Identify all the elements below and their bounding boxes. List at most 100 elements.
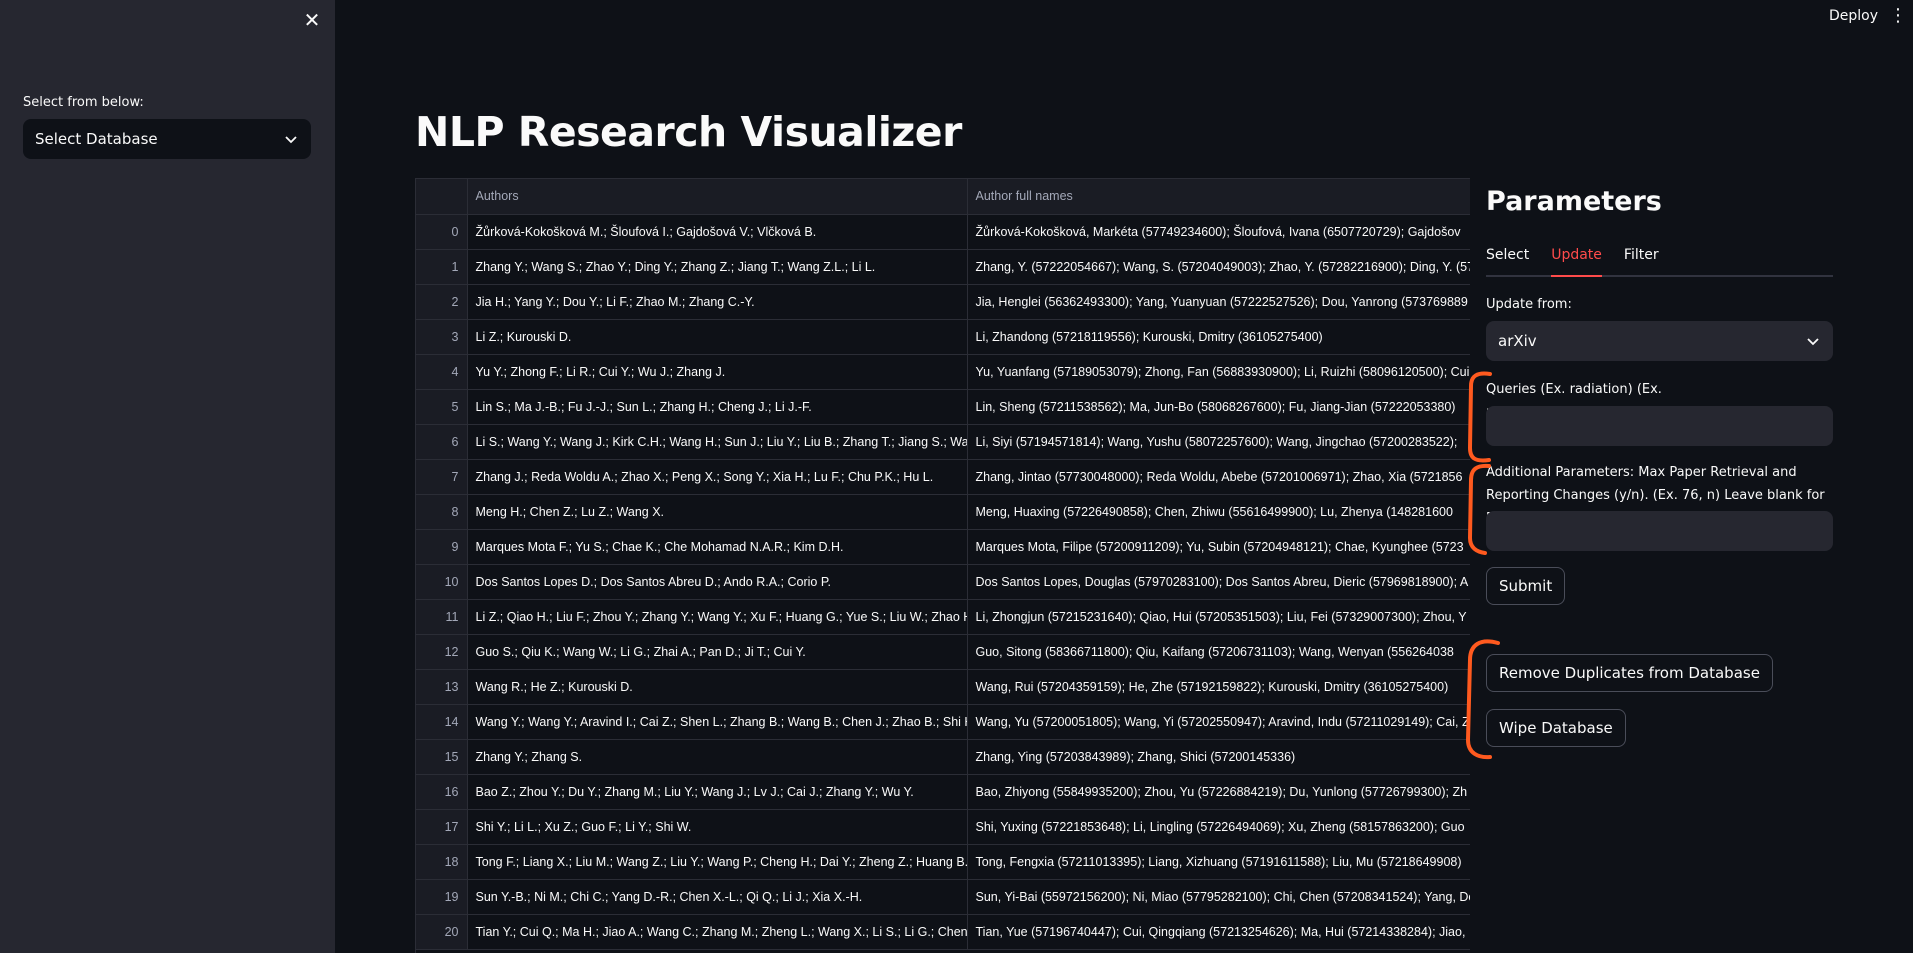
author-full-names-cell[interactable]: Tian, Yue (57196740447); Cui, Qingqiang …	[967, 914, 1470, 950]
authors-cell[interactable]: Sun Y.-B.; Ni M.; Chi C.; Yang D.-R.; Ch…	[467, 879, 968, 915]
author-full-names-cell[interactable]: Yu, Yuanfang (57189053079); Zhong, Fan (…	[967, 354, 1470, 390]
author-full-names-cell[interactable]: Meng, Huaxing (57226490858); Chen, Zhiwu…	[967, 494, 1470, 530]
table-header-author-full-names[interactable]: Author full names	[967, 179, 1470, 215]
authors-cell[interactable]: Lin S.; Ma J.-B.; Fu J.-J.; Sun L.; Zhan…	[467, 389, 968, 425]
authors-cell[interactable]: Wang R.; He Z.; Kurouski D.	[467, 669, 968, 705]
row-index[interactable]: 20	[416, 914, 468, 950]
author-full-names-cell[interactable]: Žůrková-Kokošková, Markéta (57749234600)…	[967, 214, 1470, 250]
row-index[interactable]: 8	[416, 494, 468, 530]
authors-cell[interactable]: Li Z.; Kurouski D.	[467, 319, 968, 355]
row-index[interactable]: 17	[416, 809, 468, 845]
row-index[interactable]: 1	[416, 249, 468, 285]
row-index[interactable]: 14	[416, 704, 468, 740]
author-full-names-cell[interactable]: Li, Siyi (57194571814); Wang, Yushu (580…	[967, 424, 1470, 460]
authors-cell[interactable]: Dos Santos Lopes D.; Dos Santos Abreu D.…	[467, 564, 968, 600]
author-full-names-cell[interactable]: Guo, Sitong (58366711800); Qiu, Kaifang …	[967, 634, 1470, 670]
author-full-names-cell[interactable]: Dos Santos Lopes, Douglas (57970283100);…	[967, 564, 1470, 600]
row-index[interactable]: 10	[416, 564, 468, 600]
table-row[interactable]: 0 Žůrková-Kokošková M.; Šloufová I.; Gajd…	[416, 214, 1470, 250]
author-full-names-cell[interactable]: Tong, Fengxia (57211013395); Liang, Xizh…	[967, 844, 1470, 880]
table-row[interactable]: 13 Wang R.; He Z.; Kurouski D. Wang, Rui (…	[416, 669, 1470, 705]
close-icon[interactable]: ✕	[300, 8, 324, 32]
remove-duplicates-button[interactable]: Remove Duplicates from Database	[1486, 654, 1773, 692]
authors-cell[interactable]: Zhang J.; Reda Woldu A.; Zhao X.; Peng X…	[467, 459, 968, 495]
authors-cell[interactable]: Jia H.; Yang Y.; Dou Y.; Li F.; Zhao M.;…	[467, 284, 968, 320]
authors-cell[interactable]: Žůrková-Kokošková M.; Šloufová I.; Gajdo…	[467, 214, 968, 250]
author-full-names-cell[interactable]: Zhang, Ying (57203843989); Zhang, Shici …	[967, 739, 1470, 775]
table-row[interactable]: 14 Wang Y.; Wang Y.; Aravind I.; Cai Z.; …	[416, 704, 1470, 740]
table-header-authors[interactable]: Authors	[467, 179, 968, 215]
authors-cell[interactable]: Guo S.; Qiu K.; Wang W.; Li G.; Zhai A.;…	[467, 634, 968, 670]
tab-filter[interactable]: Filter	[1624, 240, 1659, 277]
authors-cell[interactable]: Tian Y.; Cui Q.; Ma H.; Jiao A.; Wang C.…	[467, 914, 968, 950]
table-row[interactable]: 8 Meng H.; Chen Z.; Lu Z.; Wang X. Meng, H…	[416, 494, 1470, 530]
row-index[interactable]: 12	[416, 634, 468, 670]
deploy-button[interactable]: Deploy	[1829, 8, 1878, 24]
row-index[interactable]: 4	[416, 354, 468, 390]
author-full-names-cell[interactable]: Li, Zhandong (57218119556); Kurouski, Dm…	[967, 319, 1470, 355]
database-select[interactable]: Select Database	[23, 119, 311, 159]
table-row[interactable]: 15 Zhang Y.; Zhang S. Zhang, Ying (5720384…	[416, 739, 1470, 775]
row-index[interactable]: 16	[416, 774, 468, 810]
authors-cell[interactable]: Meng H.; Chen Z.; Lu Z.; Wang X.	[467, 494, 968, 530]
author-full-names-cell[interactable]: Wang, Rui (57204359159); He, Zhe (571921…	[967, 669, 1470, 705]
table-row[interactable]: 20 Tian Y.; Cui Q.; Ma H.; Jiao A.; Wang …	[416, 914, 1470, 950]
author-full-names-cell[interactable]: Lin, Sheng (57211538562); Ma, Jun-Bo (58…	[967, 389, 1470, 425]
table-row[interactable]: 3 Li Z.; Kurouski D. Li, Zhandong (5721811…	[416, 319, 1470, 355]
queries-input[interactable]	[1486, 406, 1833, 446]
table-row[interactable]: 18 Tong F.; Liang X.; Liu M.; Wang Z.; Li…	[416, 844, 1470, 880]
row-index[interactable]: 0	[416, 214, 468, 250]
row-index[interactable]: 3	[416, 319, 468, 355]
author-full-names-cell[interactable]: Jia, Henglei (56362493300); Yang, Yuanyu…	[967, 284, 1470, 320]
author-full-names-cell[interactable]: Marques Mota, Filipe (57200911209); Yu, …	[967, 529, 1470, 565]
table-row[interactable]: 11 Li Z.; Qiao H.; Liu F.; Zhou Y.; Zhang…	[416, 599, 1470, 635]
table-row[interactable]: 17 Shi Y.; Li L.; Xu Z.; Guo F.; Li Y.; S…	[416, 809, 1470, 845]
authors-cell[interactable]: Li Z.; Qiao H.; Liu F.; Zhou Y.; Zhang Y…	[467, 599, 968, 635]
table-row[interactable]: 2 Jia H.; Yang Y.; Dou Y.; Li F.; Zhao M.…	[416, 284, 1470, 320]
row-index[interactable]: 7	[416, 459, 468, 495]
row-index[interactable]: 9	[416, 529, 468, 565]
submit-button[interactable]: Submit	[1486, 567, 1566, 605]
table-row[interactable]: 1 Zhang Y.; Wang S.; Zhao Y.; Ding Y.; Zh…	[416, 249, 1470, 285]
authors-cell[interactable]: Marques Mota F.; Yu S.; Chae K.; Che Moh…	[467, 529, 968, 565]
wipe-database-button[interactable]: Wipe Database	[1486, 709, 1626, 747]
authors-cell[interactable]: Tong F.; Liang X.; Liu M.; Wang Z.; Liu …	[467, 844, 968, 880]
tab-update[interactable]: Update	[1551, 240, 1602, 277]
authors-cell[interactable]: Zhang Y.; Zhang S.	[467, 739, 968, 775]
table-row[interactable]: 16 Bao Z.; Zhou Y.; Du Y.; Zhang M.; Liu …	[416, 774, 1470, 810]
data-table[interactable]: Authors Author full names 0 Žůrková-Kokoš…	[415, 178, 1470, 953]
table-row[interactable]: 6 Li S.; Wang Y.; Wang J.; Kirk C.H.; Wan…	[416, 424, 1470, 460]
table-row[interactable]: 7 Zhang J.; Reda Woldu A.; Zhao X.; Peng …	[416, 459, 1470, 495]
row-index[interactable]: 18	[416, 844, 468, 880]
authors-cell[interactable]: Bao Z.; Zhou Y.; Du Y.; Zhang M.; Liu Y.…	[467, 774, 968, 810]
row-index[interactable]: 15	[416, 739, 468, 775]
update-from-select[interactable]: arXiv	[1486, 321, 1833, 361]
row-index[interactable]: 2	[416, 284, 468, 320]
table-row[interactable]: 9 Marques Mota F.; Yu S.; Chae K.; Che Mo…	[416, 529, 1470, 565]
row-index[interactable]: 19	[416, 879, 468, 915]
author-full-names-cell[interactable]: Bao, Zhiyong (55849935200); Zhou, Yu (57…	[967, 774, 1470, 810]
authors-cell[interactable]: Zhang Y.; Wang S.; Zhao Y.; Ding Y.; Zha…	[467, 249, 968, 285]
authors-cell[interactable]: Shi Y.; Li L.; Xu Z.; Guo F.; Li Y.; Shi…	[467, 809, 968, 845]
additional-parameters-input[interactable]	[1486, 511, 1833, 551]
table-row[interactable]: 4 Yu Y.; Zhong F.; Li R.; Cui Y.; Wu J.; …	[416, 354, 1470, 390]
author-full-names-cell[interactable]: Wang, Yu (57200051805); Wang, Yi (572025…	[967, 704, 1470, 740]
tab-select[interactable]: Select	[1486, 240, 1529, 277]
row-index[interactable]: 13	[416, 669, 468, 705]
row-index[interactable]: 11	[416, 599, 468, 635]
table-row[interactable]: 12 Guo S.; Qiu K.; Wang W.; Li G.; Zhai A…	[416, 634, 1470, 670]
table-row[interactable]: 10 Dos Santos Lopes D.; Dos Santos Abreu …	[416, 564, 1470, 600]
author-full-names-cell[interactable]: Sun, Yi-Bai (55972156200); Ni, Miao (577…	[967, 879, 1470, 915]
main-menu-icon[interactable]: ⋮	[1889, 6, 1907, 26]
table-header-index[interactable]	[416, 179, 468, 215]
row-index[interactable]: 6	[416, 424, 468, 460]
table-row[interactable]: 5 Lin S.; Ma J.-B.; Fu J.-J.; Sun L.; Zha…	[416, 389, 1470, 425]
author-full-names-cell[interactable]: Zhang, Jintao (57730048000); Reda Woldu,…	[967, 459, 1470, 495]
author-full-names-cell[interactable]: Li, Zhongjun (57215231640); Qiao, Hui (5…	[967, 599, 1470, 635]
table-row[interactable]: 19 Sun Y.-B.; Ni M.; Chi C.; Yang D.-R.; …	[416, 879, 1470, 915]
authors-cell[interactable]: Li S.; Wang Y.; Wang J.; Kirk C.H.; Wang…	[467, 424, 968, 460]
author-full-names-cell[interactable]: Shi, Yuxing (57221853648); Li, Lingling …	[967, 809, 1470, 845]
authors-cell[interactable]: Wang Y.; Wang Y.; Aravind I.; Cai Z.; Sh…	[467, 704, 968, 740]
row-index[interactable]: 5	[416, 389, 468, 425]
author-full-names-cell[interactable]: Zhang, Y. (57222054667); Wang, S. (57204…	[967, 249, 1470, 285]
